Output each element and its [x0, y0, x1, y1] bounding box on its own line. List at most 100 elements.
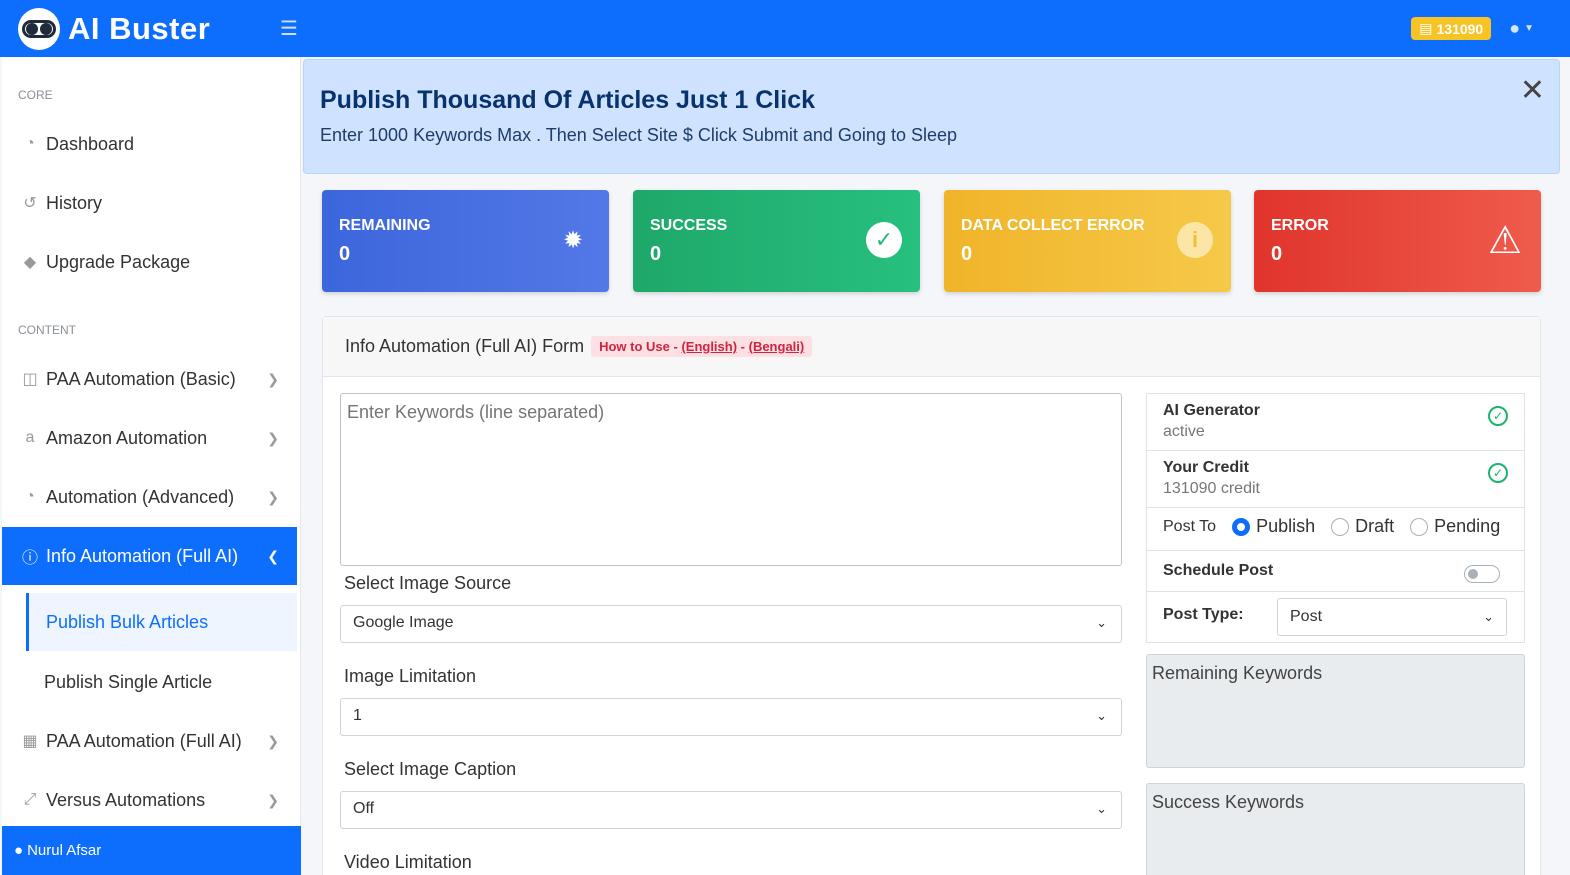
post-type-select[interactable]: Post ⌄: [1277, 598, 1507, 636]
radio-draft[interactable]: Draft: [1331, 516, 1394, 537]
columns-icon: ◫: [22, 371, 38, 388]
sidebar-item-amazon[interactable]: a Amazon Automation ❯: [2, 409, 297, 467]
sidebar-item-label: Dashboard: [46, 133, 135, 154]
video-limit-label: Video Limitation: [344, 852, 472, 872]
sidebar-item-history[interactable]: ↺ History: [2, 174, 297, 232]
table-icon: ▦: [22, 733, 38, 750]
post-type-row: Post Type: Post ⌄: [1146, 591, 1525, 643]
check-circle-icon: ✓: [864, 220, 904, 260]
chevron-right-icon: ❯: [267, 370, 279, 387]
radio-dot: [1232, 517, 1251, 536]
image-limit-label: Image Limitation: [344, 666, 477, 686]
remaining-keywords-area[interactable]: Remaining Keywords: [1146, 654, 1525, 768]
how-to-use-badge: How to Use - (English) - (Bengali): [591, 336, 813, 357]
sidebar-item-label: History: [46, 192, 103, 213]
sidebar-heading-content: CONTENT: [18, 323, 76, 337]
check-circle-icon: ✓: [1488, 463, 1508, 483]
success-keywords-area[interactable]: Success Keywords: [1146, 783, 1525, 875]
radio-label: Pending: [1434, 516, 1501, 536]
sidebar-item-label: Amazon Automation: [46, 427, 208, 448]
sidebar-subitem-publish-single[interactable]: Publish Single Article: [26, 653, 297, 711]
automation-form-card: Info Automation (Full AI) Form How to Us…: [322, 316, 1541, 875]
credit-count: 131090: [1436, 20, 1484, 37]
user-icon: ●: [1509, 18, 1521, 38]
howto-prefix: How to Use -: [599, 339, 682, 354]
howto-bengali-link[interactable]: (Bengali): [749, 339, 805, 354]
sidebar-item-advanced[interactable]: ◔ Automation (Advanced) ❯: [2, 468, 297, 526]
sidebar-subitem-publish-bulk[interactable]: Publish Bulk Articles: [26, 593, 297, 651]
schedule-post-toggle[interactable]: [1464, 565, 1500, 583]
credit-title: Your Credit: [1163, 459, 1249, 476]
robot-logo-icon: [18, 7, 60, 50]
brand[interactable]: AI Buster: [0, 7, 300, 50]
gem-icon: ◆: [23, 254, 37, 271]
credit-badge: ▤ 131090: [1411, 17, 1492, 40]
image-source-label: Select Image Source: [344, 573, 512, 593]
sidebar-user-footer[interactable]: ● Nurul Afsar: [2, 826, 301, 875]
sidebar: CORE ◔ Dashboard ↺ History ◆ Upgrade Pac…: [2, 57, 301, 875]
sidebar-item-label: Automation (Advanced): [46, 486, 235, 507]
history-icon: ↺: [23, 195, 37, 212]
sidebar-heading-core: CORE: [18, 88, 53, 102]
radio-dot: [1331, 517, 1350, 536]
chevron-down-icon: ⌄: [1096, 615, 1107, 630]
sidebar-item-versus[interactable]: ⤢ Versus Automations ❯: [2, 771, 297, 829]
chevron-right-icon: ❯: [267, 732, 279, 749]
stat-card-data-collect-error: DATA COLLECT ERROR 0 i: [944, 190, 1231, 292]
chevron-right-icon: ❯: [267, 791, 279, 808]
sidebar-item-label: Versus Automations: [46, 789, 206, 810]
chevron-right-icon: ❯: [267, 429, 279, 446]
amazon-icon: a: [25, 429, 35, 446]
stat-card-remaining: REMAINING 0 ✹: [322, 190, 609, 292]
image-limit-select[interactable]: 1 ⌄: [340, 698, 1122, 736]
ai-generator-title: AI Generator: [1163, 402, 1260, 419]
radio-publish[interactable]: Publish: [1232, 516, 1315, 537]
warning-icon: ⚠: [1487, 219, 1523, 262]
chevron-right-icon: ❯: [267, 488, 279, 505]
select-value: Post: [1290, 608, 1323, 625]
radio-label: Publish: [1256, 516, 1316, 536]
credit-value: 131090 credit: [1163, 480, 1260, 497]
user-menu-button[interactable]: ● ▼: [1509, 18, 1534, 39]
chevron-down-icon: ⌄: [1096, 801, 1107, 816]
ai-generator-row: AI Generator active ✓: [1146, 393, 1525, 451]
radio-dot: [1410, 517, 1429, 536]
form-title: Info Automation (Full AI) Form: [345, 336, 585, 356]
post-type-label: Post Type:: [1163, 606, 1244, 623]
howto-sep: -: [737, 339, 749, 354]
chevron-down-icon: ⌄: [1483, 609, 1494, 624]
info-alert: Publish Thousand Of Articles Just 1 Clic…: [303, 59, 1560, 174]
keywords-textarea[interactable]: [340, 393, 1122, 566]
radio-label: Draft: [1355, 516, 1395, 536]
ai-generator-status: active: [1163, 423, 1205, 440]
sidebar-item-upgrade[interactable]: ◆ Upgrade Package: [2, 233, 297, 291]
radio-pending[interactable]: Pending: [1410, 516, 1500, 537]
alert-title: Publish Thousand Of Articles Just 1 Clic…: [320, 86, 816, 114]
wordpress-icon: ◔: [25, 488, 35, 505]
sidebar-item-label: PAA Automation (Basic): [46, 368, 236, 389]
user-circle-icon: ●: [14, 842, 24, 859]
check-circle-icon: ✓: [1488, 406, 1508, 426]
sidebar-item-paa-basic[interactable]: ◫ PAA Automation (Basic) ❯: [2, 350, 297, 408]
schedule-post-label: Schedule Post: [1163, 562, 1274, 579]
schedule-post-row: Schedule Post: [1146, 550, 1525, 592]
sidebar-item-dashboard[interactable]: ◔ Dashboard: [2, 115, 297, 173]
howto-english-link[interactable]: (English): [681, 339, 737, 354]
sidebar-item-paa-full-ai[interactable]: ▦ PAA Automation (Full AI) ❯: [2, 712, 297, 770]
post-to-row: Post To Publish Draft Pending: [1146, 507, 1525, 551]
tachometer-icon: ◔: [25, 135, 35, 152]
stat-card-success: SUCCESS 0 ✓: [633, 190, 920, 292]
info-circle-icon: ⓘ: [21, 550, 38, 567]
compress-icon: ⤢: [23, 791, 37, 808]
image-caption-select[interactable]: Off ⌄: [340, 791, 1122, 829]
chevron-down-icon: ⌄: [1096, 708, 1107, 723]
chevron-down-icon: ❮: [267, 547, 279, 564]
menu-toggle-icon[interactable]: ☰: [280, 16, 298, 41]
alert-text: Enter 1000 Keywords Max . Then Select Si…: [320, 125, 958, 145]
caret-down-icon: ▼: [1524, 23, 1534, 34]
post-to-label: Post To: [1163, 517, 1217, 535]
close-icon[interactable]: ✕: [1520, 76, 1545, 106]
select-value: 1: [353, 707, 362, 724]
image-source-select[interactable]: Google Image ⌄: [340, 605, 1122, 643]
sidebar-item-info-full-ai[interactable]: ⓘ Info Automation (Full AI) ❮: [2, 527, 297, 585]
